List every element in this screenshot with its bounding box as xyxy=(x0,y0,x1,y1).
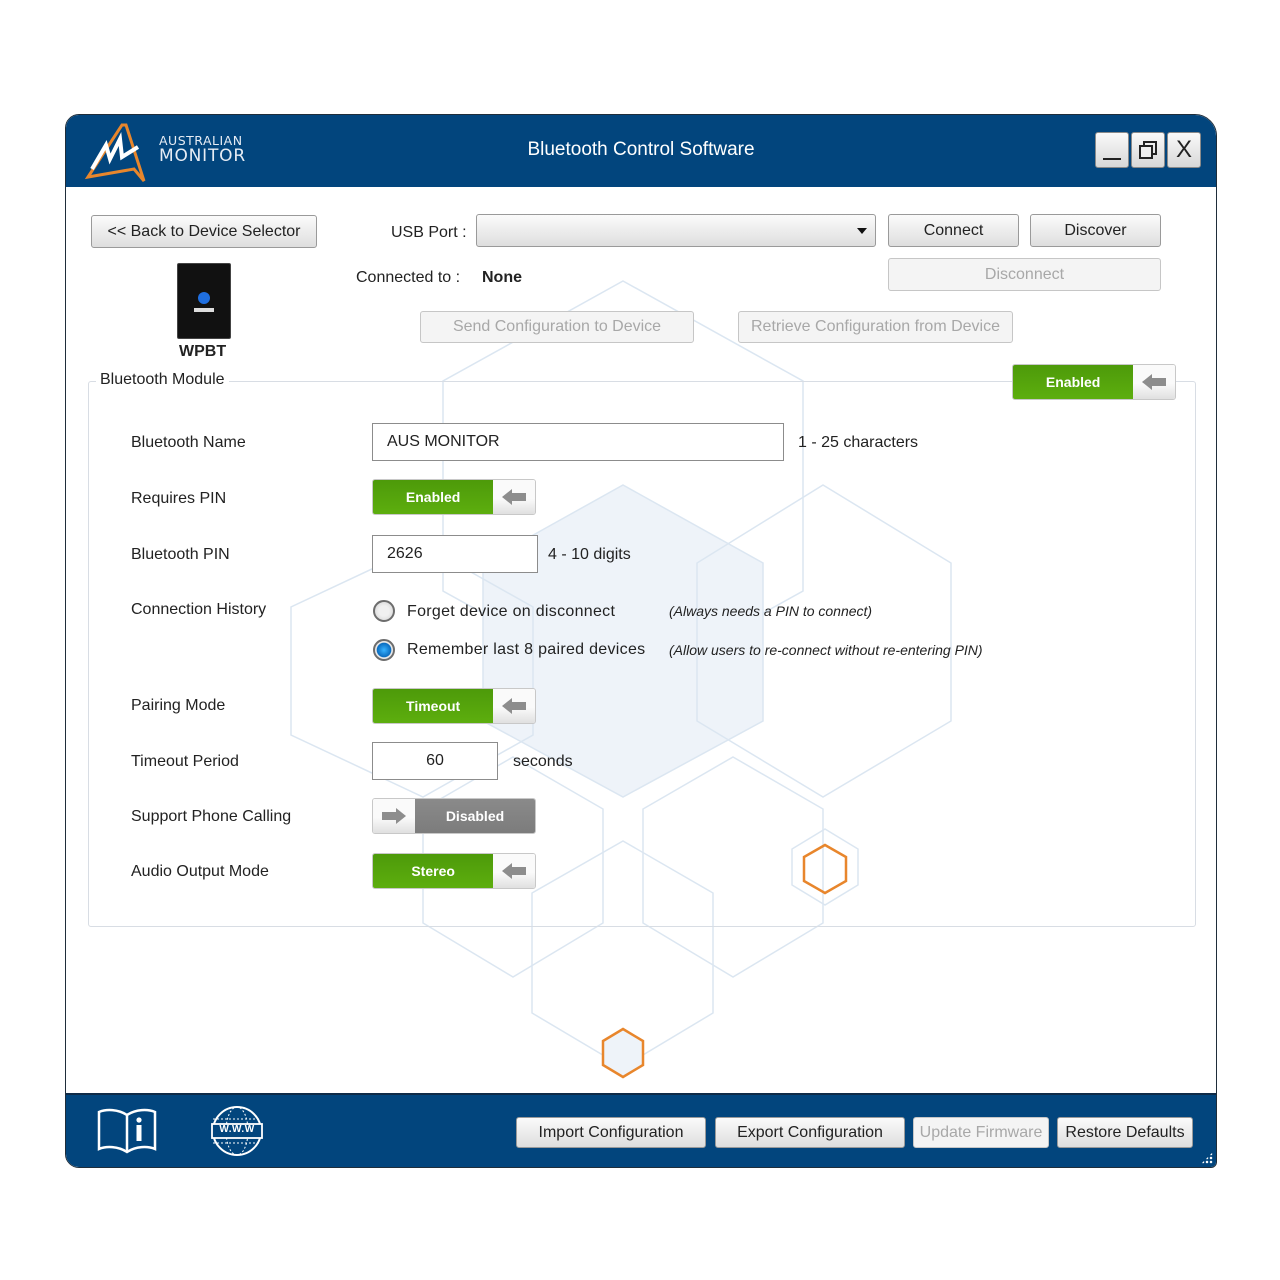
footer-bar: W.W.W Import Configuration Export Config… xyxy=(66,1093,1216,1167)
orange-hexagon-decoration xyxy=(601,1027,645,1079)
toggle-state: Disabled xyxy=(415,799,535,833)
minimize-icon xyxy=(1103,158,1121,160)
support-phone-calling-label: Support Phone Calling xyxy=(131,808,292,825)
bluetooth-icon xyxy=(198,292,210,304)
restore-icon xyxy=(1139,141,1157,159)
bluetooth-module-title: Bluetooth Module xyxy=(96,371,229,389)
app-window: AUSTRALIAN MONITOR Bluetooth Control Sof… xyxy=(65,114,1217,1168)
arrow-right-icon xyxy=(373,799,415,833)
restore-defaults-button[interactable]: Restore Defaults xyxy=(1057,1117,1193,1148)
update-firmware-button[interactable]: Update Firmware xyxy=(913,1117,1049,1148)
connect-button[interactable]: Connect xyxy=(888,214,1019,247)
module-enabled-toggle[interactable]: Enabled xyxy=(1012,364,1176,400)
arrow-left-icon xyxy=(493,480,535,514)
timeout-period-input[interactable]: 60 xyxy=(372,742,498,780)
timeout-period-label: Timeout Period xyxy=(131,753,239,770)
bluetooth-name-label: Bluetooth Name xyxy=(131,434,246,451)
usb-port-dropdown[interactable] xyxy=(476,214,876,247)
remember-devices-hint: (Allow users to re-connect without re-en… xyxy=(669,642,983,658)
usb-port-label: USB Port : xyxy=(391,224,467,241)
forget-device-hint: (Always needs a PIN to connect) xyxy=(669,603,873,619)
connection-history-label: Connection History xyxy=(131,601,267,618)
remember-devices-option-label[interactable]: Remember last 8 paired devices xyxy=(407,641,645,659)
discover-button[interactable]: Discover xyxy=(1030,214,1161,247)
bluetooth-pin-input[interactable]: 2626 xyxy=(372,535,538,573)
import-configuration-button[interactable]: Import Configuration xyxy=(516,1117,706,1148)
bluetooth-pin-hint: 4 - 10 digits xyxy=(548,546,631,563)
close-icon: X xyxy=(1175,136,1192,163)
device-name: WPBT xyxy=(179,343,227,360)
pairing-mode-toggle[interactable]: Timeout xyxy=(372,688,536,724)
toggle-state: Enabled xyxy=(373,480,494,514)
audio-output-mode-toggle[interactable]: Stereo xyxy=(372,853,536,889)
toggle-state: Stereo xyxy=(373,854,494,888)
website-button[interactable]: W.W.W xyxy=(210,1105,264,1157)
audio-output-mode-label: Audio Output Mode xyxy=(131,863,269,880)
book-info-icon xyxy=(97,1108,157,1154)
requires-pin-label: Requires PIN xyxy=(131,490,227,507)
connected-to-label: Connected to : xyxy=(356,269,461,286)
timeout-period-unit: seconds xyxy=(513,753,573,770)
minimize-button[interactable] xyxy=(1095,132,1129,168)
connected-to-value: None xyxy=(482,269,522,286)
resize-grip-icon[interactable] xyxy=(1201,1152,1213,1164)
support-phone-calling-toggle[interactable]: Disabled xyxy=(372,798,536,834)
www-label: W.W.W xyxy=(219,1124,255,1135)
toggle-state: Enabled xyxy=(1013,365,1134,399)
arrow-left-icon xyxy=(493,689,535,723)
user-manual-button[interactable] xyxy=(96,1107,158,1155)
bluetooth-pin-label: Bluetooth PIN xyxy=(131,546,230,563)
arrow-left-icon xyxy=(493,854,535,888)
forget-device-radio[interactable] xyxy=(373,600,395,622)
arrow-left-icon xyxy=(1133,365,1175,399)
bluetooth-name-input[interactable]: AUS MONITOR xyxy=(372,423,784,461)
requires-pin-toggle[interactable]: Enabled xyxy=(372,479,536,515)
dropdown-arrow-icon xyxy=(857,227,867,234)
device-image xyxy=(177,263,231,339)
forget-device-option-label[interactable]: Forget device on disconnect xyxy=(407,603,615,621)
export-configuration-button[interactable]: Export Configuration xyxy=(715,1117,905,1148)
toggle-state: Timeout xyxy=(373,689,494,723)
back-to-device-selector-button[interactable]: << Back to Device Selector xyxy=(91,215,317,248)
close-button[interactable]: X xyxy=(1167,132,1201,168)
bluetooth-name-hint: 1 - 25 characters xyxy=(798,434,919,451)
retrieve-configuration-button[interactable]: Retrieve Configuration from Device xyxy=(738,311,1013,343)
window-title: Bluetooth Control Software xyxy=(527,139,755,160)
send-configuration-button[interactable]: Send Configuration to Device xyxy=(420,311,694,343)
pairing-mode-label: Pairing Mode xyxy=(131,697,226,714)
remember-devices-radio[interactable] xyxy=(373,639,395,661)
disconnect-button[interactable]: Disconnect xyxy=(888,258,1161,291)
maximize-button[interactable] xyxy=(1131,132,1165,168)
title-bar[interactable]: AUSTRALIAN MONITOR Bluetooth Control Sof… xyxy=(66,115,1216,187)
